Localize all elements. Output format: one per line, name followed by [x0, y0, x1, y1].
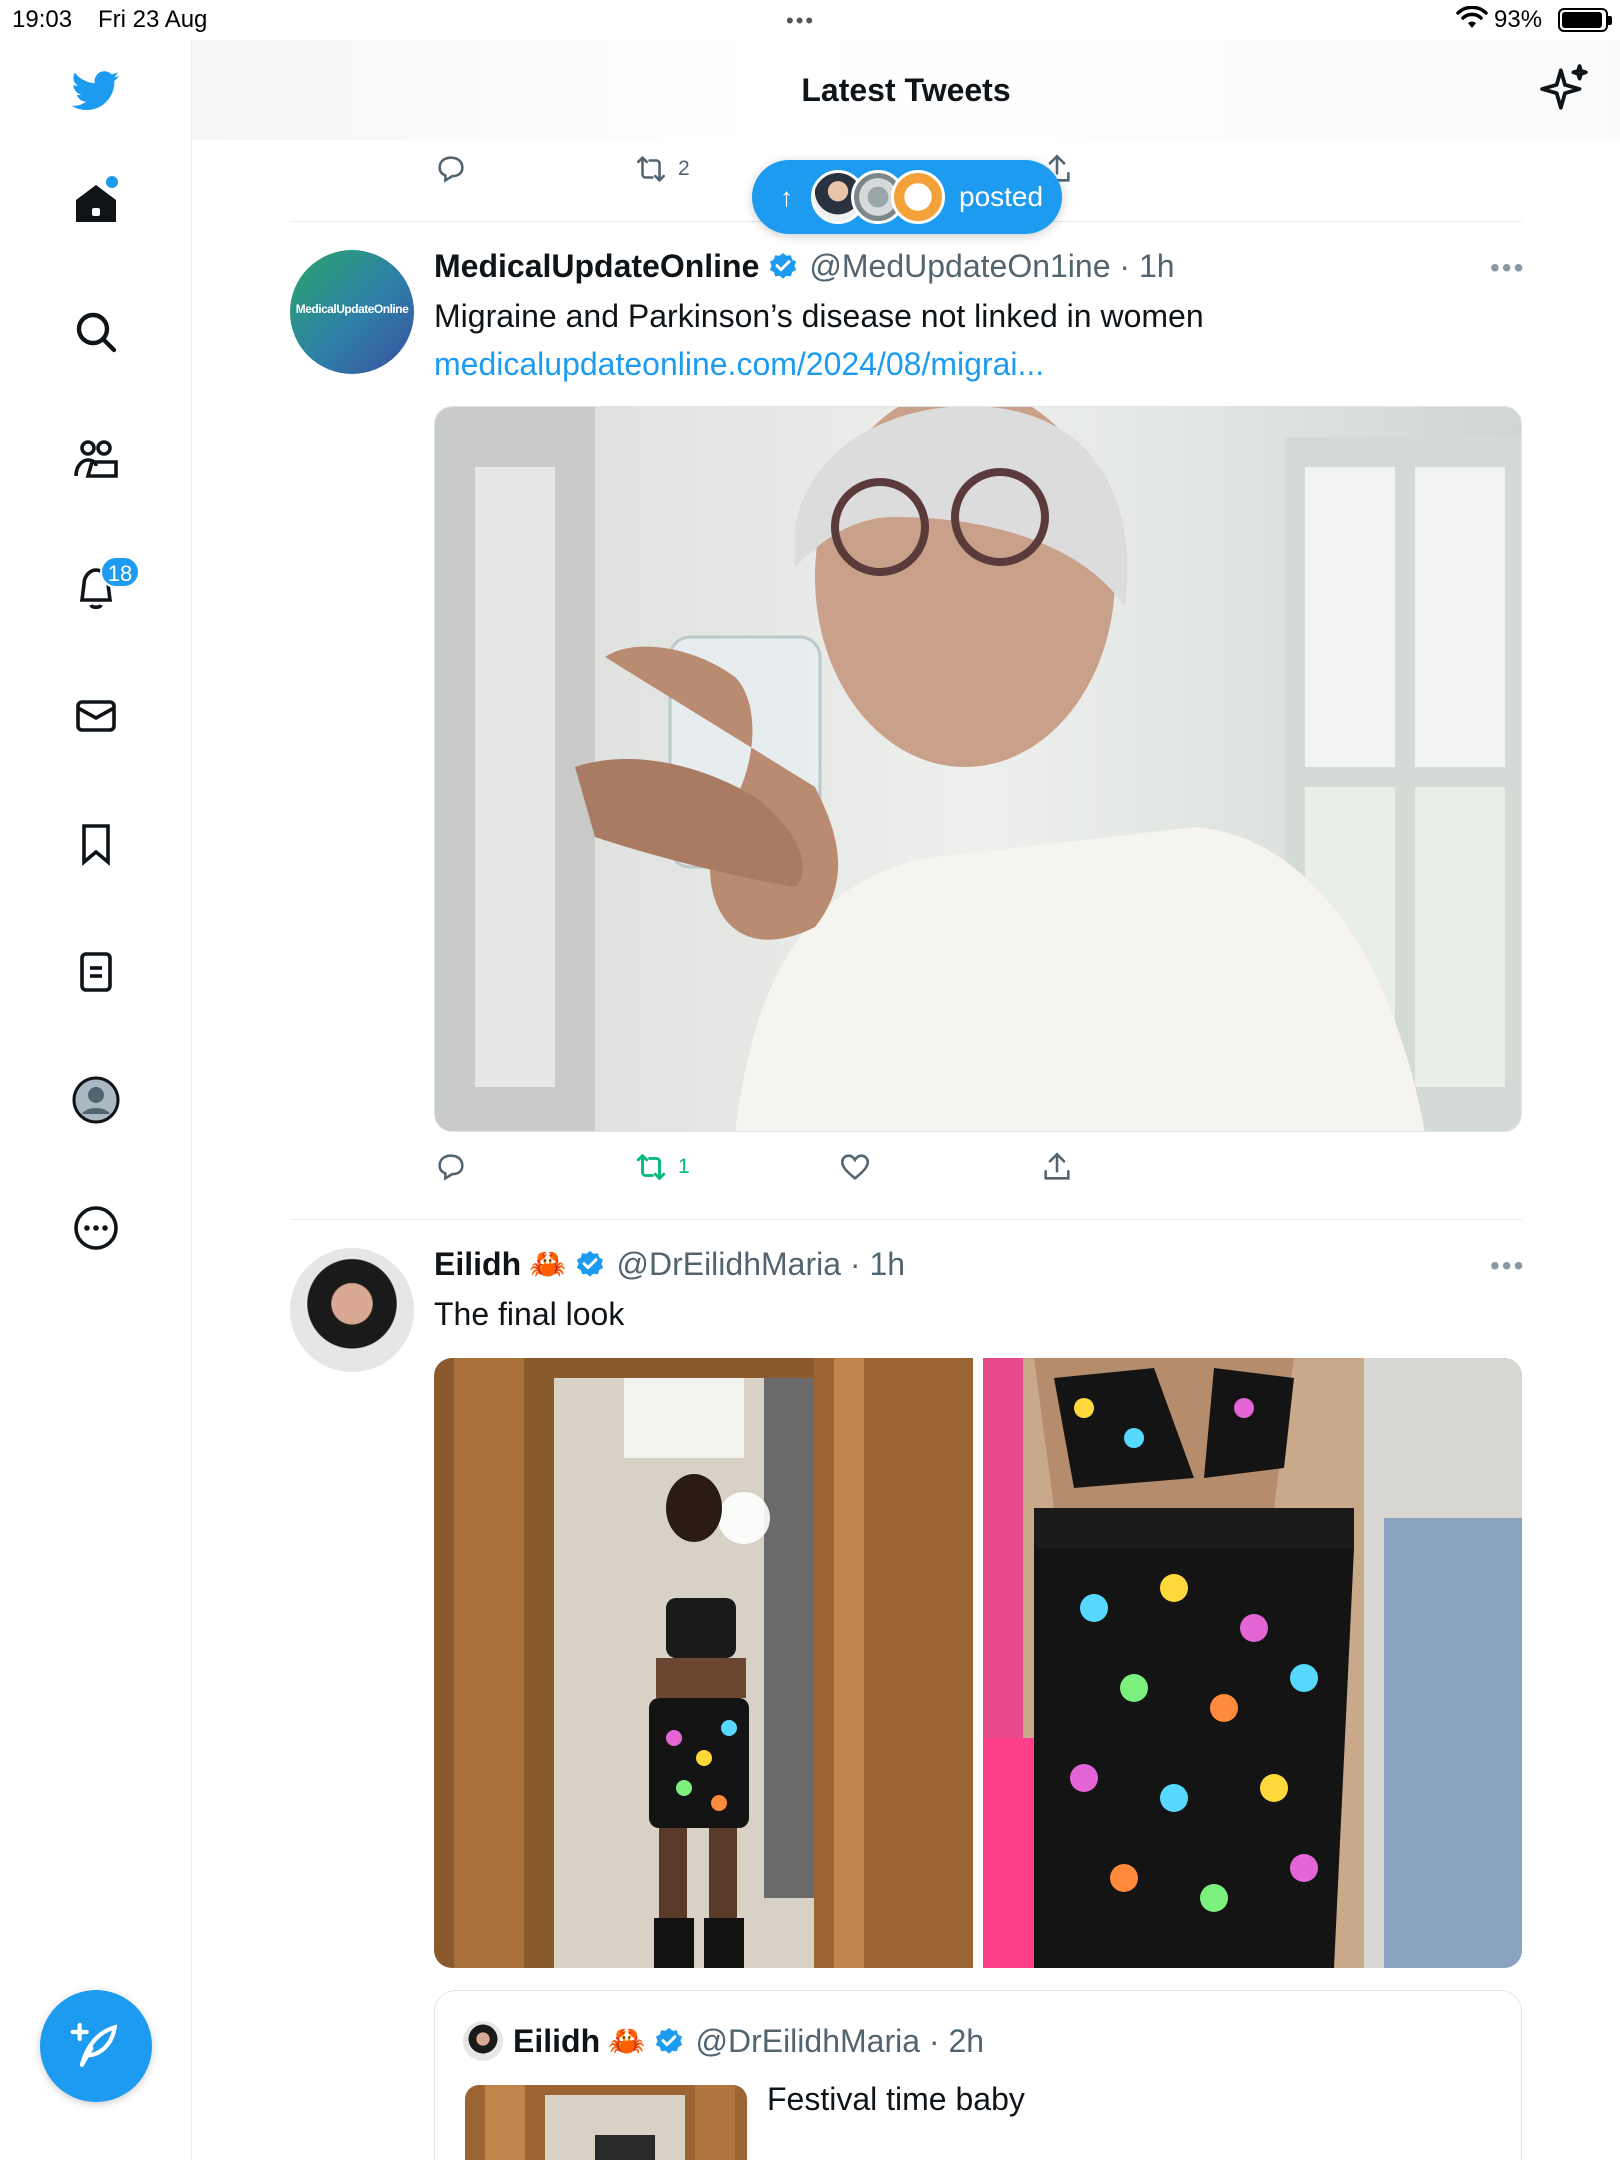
battery-icon [1558, 8, 1612, 32]
new-posts-pill[interactable]: ↑ posted [752, 160, 1062, 234]
tweet-image[interactable] [434, 406, 1522, 1132]
verified-badge-icon [577, 1250, 604, 1277]
retweet-icon [636, 1154, 666, 1180]
tweet-image-grid [434, 1358, 1522, 1968]
compose-feather-icon [70, 2022, 118, 2067]
heart-icon [840, 1154, 870, 1180]
author-name: Eilidh [513, 2023, 601, 2059]
tweet-more-icon[interactable]: ••• [1490, 1250, 1525, 1282]
posted-label: posted [959, 181, 1044, 212]
compose-tweet-button[interactable] [40, 1990, 152, 2102]
avatar-logo-text: MedicalUpdateOnline [295, 302, 409, 316]
twitter-logo-icon[interactable] [62, 56, 130, 124]
status-date: Fri 23 Aug [98, 6, 208, 33]
arrow-up-icon: ↑ [780, 181, 793, 212]
page-title: Latest Tweets [801, 72, 1011, 108]
battery-percent: 93% [1494, 6, 1543, 33]
quoted-tweet-card[interactable]: Eilidh 🦀 @DrEilidhMaria · 2h Festival ti… [434, 1990, 1522, 2160]
author-name[interactable]: MedicalUpdateOnline [434, 248, 759, 285]
divider [290, 1219, 1522, 1220]
verified-badge-icon [656, 2027, 683, 2054]
author-handle: @DrEilidhMaria · 2h [695, 2023, 985, 2059]
author-name[interactable]: Eilidh [434, 1246, 521, 1283]
quoted-tweet-text: Festival time baby [767, 2081, 1025, 2117]
tweet-text: Migraine and Parkinson’s disease not lin… [434, 298, 1204, 334]
home-unread-dot [106, 176, 118, 188]
share-icon [1044, 1152, 1070, 1180]
reply-icon [438, 156, 464, 183]
author-handle[interactable]: @MedUpdateOn1ine · 1h [809, 248, 1174, 285]
messages-icon[interactable] [62, 682, 130, 750]
quoted-author-line: Eilidh 🦀 @DrEilidhMaria · 2h [513, 2023, 984, 2060]
tweet-author-line: MedicalUpdateOnline @MedUpdateOn1ine · 1… [434, 248, 1175, 285]
crab-emoji: 🦀 [529, 1248, 567, 1281]
retweet-button[interactable]: 1 [634, 1150, 690, 1184]
tweet-more-icon[interactable]: ••• [1490, 252, 1525, 284]
search-icon[interactable] [62, 298, 130, 366]
avatar [891, 170, 945, 224]
author-handle[interactable]: @DrEilidhMaria · 1h [616, 1246, 905, 1283]
reply-button[interactable] [434, 1150, 468, 1184]
tweet-photo [435, 407, 1521, 1131]
timeline-sparkle-icon[interactable] [1540, 64, 1590, 114]
avatar[interactable] [290, 1248, 414, 1372]
tweet-text: The final look [434, 1296, 625, 1332]
retweet-count: 1 [678, 1155, 690, 1178]
retweet-icon [636, 156, 666, 182]
timeline-header: Latest Tweets [192, 40, 1620, 140]
crab-emoji: 🦀 [608, 2025, 646, 2058]
wifi-icon [1456, 6, 1488, 28]
like-button[interactable] [838, 1150, 872, 1184]
status-time: 19:03 [12, 6, 73, 33]
communities-icon[interactable] [62, 426, 130, 494]
status-bar: 19:03 Fri 23 Aug ••• 93% [0, 0, 1620, 40]
quoted-tweet-image [465, 2085, 747, 2160]
verified-badge-icon [770, 252, 797, 279]
tweet-link[interactable]: medicalupdateonline.com/2024/08/migrai..… [434, 346, 1044, 383]
lists-icon[interactable] [62, 938, 130, 1006]
retweet-count: 2 [678, 157, 690, 180]
retweet-button[interactable]: 2 [634, 152, 690, 186]
notifications-badge: 18 [100, 556, 140, 588]
multitasking-dots[interactable]: ••• [786, 8, 815, 34]
avatar[interactable]: MedicalUpdateOnline [290, 250, 414, 374]
sidebar: 18 [0, 40, 192, 2160]
profile-avatar-icon[interactable] [62, 1066, 130, 1134]
tweet-photos[interactable] [434, 1358, 1522, 1968]
reply-button[interactable] [434, 152, 468, 186]
home-icon[interactable] [62, 170, 130, 238]
more-options-icon[interactable] [62, 1194, 130, 1262]
bookmarks-icon[interactable] [62, 810, 130, 878]
reply-icon [438, 1154, 464, 1181]
avatar [463, 2021, 503, 2061]
share-button[interactable] [1040, 1150, 1074, 1184]
tweet-author-line: Eilidh 🦀 @DrEilidhMaria · 1h [434, 1246, 905, 1283]
